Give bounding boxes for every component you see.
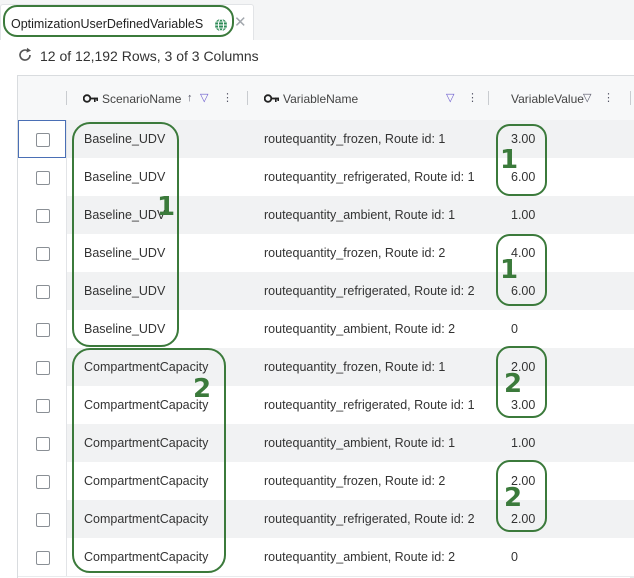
sort-up-icon[interactable]: ↑ xyxy=(187,92,193,104)
column-label-scenario: ScenarioName xyxy=(102,92,182,106)
column-label-variable: VariableName xyxy=(283,92,359,106)
key-icon xyxy=(264,94,279,103)
cell-value: 4.00 xyxy=(511,246,536,260)
table-row[interactable]: Baseline_UDV routequantity_ambient, Rout… xyxy=(18,196,634,235)
row-checkbox[interactable] xyxy=(36,247,50,261)
cell-variable: routequantity_frozen, Route id: 1 xyxy=(264,360,446,374)
cell-scenario: Baseline_UDV xyxy=(84,246,166,260)
cell-variable: routequantity_ambient, Route id: 1 xyxy=(264,436,456,450)
filter-icon[interactable]: ▽ xyxy=(583,92,591,104)
data-grid: ScenarioName ↑ ▽ ⋮ VariableName ▽ ⋮ Vari… xyxy=(17,75,634,578)
row-select-cell xyxy=(18,272,67,310)
table-row[interactable]: CompartmentCapacity routequantity_refrig… xyxy=(18,500,634,539)
table-row[interactable]: Baseline_UDV routequantity_frozen, Route… xyxy=(18,120,634,159)
cell-scenario: CompartmentCapacity xyxy=(84,550,209,564)
key-icon xyxy=(83,94,98,103)
column-header-value[interactable]: VariableValue ▽ ⋮ xyxy=(489,76,630,120)
cell-variable: routequantity_refrigerated, Route id: 1 xyxy=(264,170,475,184)
row-select-cell xyxy=(18,500,67,538)
row-select-cell xyxy=(18,120,67,158)
cell-variable: routequantity_frozen, Route id: 1 xyxy=(264,132,446,146)
row-count-label: 12 of 12,192 Rows, 3 of 3 Columns xyxy=(40,48,259,64)
select-all-header xyxy=(18,76,66,120)
cell-variable: routequantity_refrigerated, Route id: 2 xyxy=(264,512,475,526)
cell-scenario: Baseline_UDV xyxy=(84,208,166,222)
table-row[interactable]: Baseline_UDV routequantity_refrigerated,… xyxy=(18,158,634,197)
filter-icon[interactable]: ▽ xyxy=(446,92,454,104)
table-row[interactable]: CompartmentCapacity routequantity_ambien… xyxy=(18,538,634,577)
cell-scenario: CompartmentCapacity xyxy=(84,398,209,412)
cell-value: 0 xyxy=(511,322,518,336)
cell-variable: routequantity_refrigerated, Route id: 2 xyxy=(264,284,475,298)
tab-title: OptimizationUserDefinedVariableS xyxy=(11,17,204,31)
cell-scenario: Baseline_UDV xyxy=(84,284,166,298)
cell-scenario: Baseline_UDV xyxy=(84,132,166,146)
cell-scenario: CompartmentCapacity xyxy=(84,360,209,374)
column-divider xyxy=(630,91,631,105)
row-select-cell xyxy=(18,348,67,386)
row-checkbox[interactable] xyxy=(36,361,50,375)
refresh-icon[interactable] xyxy=(17,47,33,63)
row-checkbox[interactable] xyxy=(36,323,50,337)
table-row[interactable]: Baseline_UDV routequantity_frozen, Route… xyxy=(18,234,634,273)
grid-header: ScenarioName ↑ ▽ ⋮ VariableName ▽ ⋮ Vari… xyxy=(18,76,634,121)
row-checkbox[interactable] xyxy=(36,513,50,527)
cell-scenario: CompartmentCapacity xyxy=(84,474,209,488)
column-label-value: VariableValue xyxy=(511,92,584,106)
cell-scenario: CompartmentCapacity xyxy=(84,512,209,526)
table-row[interactable]: CompartmentCapacity routequantity_frozen… xyxy=(18,348,634,387)
close-icon[interactable]: ✕ xyxy=(234,15,247,31)
filter-icon[interactable]: ▽ xyxy=(200,92,208,104)
table-row[interactable]: CompartmentCapacity routequantity_frozen… xyxy=(18,462,634,501)
cell-scenario: Baseline_UDV xyxy=(84,170,166,184)
column-header-scenario[interactable]: ScenarioName ↑ ▽ ⋮ xyxy=(67,76,247,120)
table-row[interactable]: Baseline_UDV routequantity_ambient, Rout… xyxy=(18,310,634,349)
cell-variable: routequantity_ambient, Route id: 2 xyxy=(264,322,456,336)
cell-value: 6.00 xyxy=(511,284,536,298)
cell-value: 3.00 xyxy=(511,132,536,146)
cell-variable: routequantity_frozen, Route id: 2 xyxy=(264,474,446,488)
row-checkbox[interactable] xyxy=(36,437,50,451)
tab-optimization-udv[interactable]: OptimizationUserDefinedVariableS ✕ xyxy=(0,4,254,41)
column-menu-icon[interactable]: ⋮ xyxy=(603,92,614,104)
cell-variable: routequantity_frozen, Route id: 2 xyxy=(264,246,446,260)
row-checkbox[interactable] xyxy=(36,475,50,489)
table-row[interactable]: CompartmentCapacity routequantity_ambien… xyxy=(18,424,634,463)
row-select-cell xyxy=(18,462,67,500)
cell-variable: routequantity_ambient, Route id: 1 xyxy=(264,208,456,222)
column-header-variable[interactable]: VariableName ▽ ⋮ xyxy=(248,76,488,120)
globe-icon xyxy=(215,18,227,32)
row-checkbox[interactable] xyxy=(36,551,50,565)
row-select-cell xyxy=(18,196,67,234)
cell-value: 2.00 xyxy=(511,512,536,526)
tab-strip: OptimizationUserDefinedVariableS ✕ xyxy=(0,0,634,41)
row-checkbox[interactable] xyxy=(36,133,50,147)
row-checkbox[interactable] xyxy=(36,285,50,299)
row-select-cell xyxy=(18,538,67,576)
column-menu-icon[interactable]: ⋮ xyxy=(222,92,233,104)
row-select-cell xyxy=(18,234,67,272)
cell-value: 2.00 xyxy=(511,474,536,488)
cell-value: 6.00 xyxy=(511,170,536,184)
cell-value: 1.00 xyxy=(511,208,536,222)
row-select-cell xyxy=(18,158,67,196)
cell-value: 2.00 xyxy=(511,360,536,374)
cell-variable: routequantity_refrigerated, Route id: 1 xyxy=(264,398,475,412)
column-menu-icon[interactable]: ⋮ xyxy=(467,92,478,104)
row-select-cell xyxy=(18,424,67,462)
table-row[interactable]: Baseline_UDV routequantity_refrigerated,… xyxy=(18,272,634,311)
row-select-cell xyxy=(18,310,67,348)
row-checkbox[interactable] xyxy=(36,171,50,185)
cell-scenario: Baseline_UDV xyxy=(84,322,166,336)
table-row[interactable]: CompartmentCapacity routequantity_refrig… xyxy=(18,386,634,425)
cell-value: 0 xyxy=(511,550,518,564)
row-checkbox[interactable] xyxy=(36,209,50,223)
cell-scenario: CompartmentCapacity xyxy=(84,436,209,450)
cell-value: 3.00 xyxy=(511,398,536,412)
cell-value: 1.00 xyxy=(511,436,536,450)
cell-variable: routequantity_ambient, Route id: 2 xyxy=(264,550,456,564)
row-checkbox[interactable] xyxy=(36,399,50,413)
row-select-cell xyxy=(18,386,67,424)
